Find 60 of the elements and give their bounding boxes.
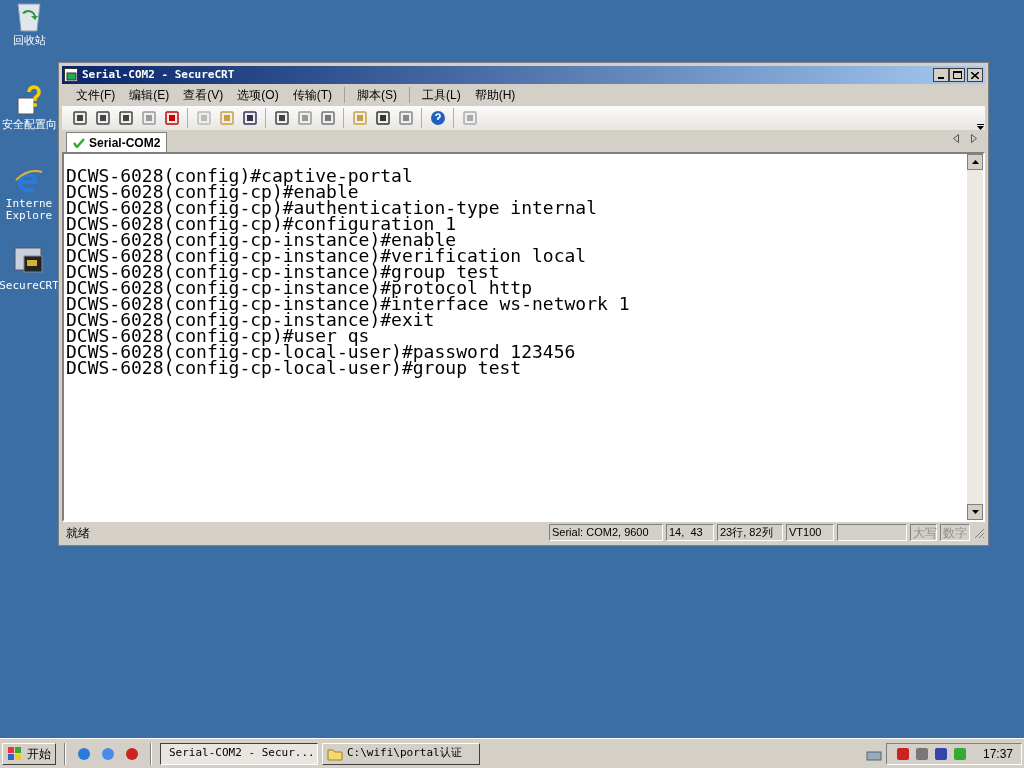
up-arrow-icon bbox=[971, 160, 979, 164]
vertical-scrollbar[interactable] bbox=[967, 154, 983, 520]
windows-logo-icon bbox=[7, 746, 23, 761]
terminal-line: DCWS-6028(config)#captive-portal bbox=[66, 168, 414, 184]
window-title: Serial-COM2 - SecureCRT bbox=[82, 66, 236, 83]
scroll-up-button[interactable] bbox=[967, 154, 983, 170]
scroll-tabs-right-icon[interactable] bbox=[971, 134, 977, 143]
checkmark-icon bbox=[73, 137, 85, 148]
desktop-icon-label: 回收站 bbox=[12, 34, 46, 46]
status-pane bbox=[837, 524, 907, 541]
terminal-line: DCWS-6028(config-cp)#authentication-type internal bbox=[66, 200, 598, 216]
menu-item[interactable]: 文件(F) bbox=[70, 84, 122, 106]
status-pane: VT100 bbox=[786, 524, 834, 541]
desktop-icon-label: 安全配置向 bbox=[1, 118, 57, 130]
scroll-tabs-left-icon[interactable] bbox=[953, 134, 959, 143]
terminal-line: DCWS-6028(config-cp-instance)#protocol http bbox=[66, 280, 532, 296]
menu-item[interactable]: 选项(O) bbox=[231, 84, 285, 106]
window-app-icon bbox=[64, 68, 78, 82]
minimize-icon bbox=[938, 77, 944, 79]
status-pane: 23行, 82列 bbox=[717, 524, 783, 541]
status-pane: 大写 bbox=[910, 524, 937, 541]
close-button[interactable] bbox=[967, 68, 983, 82]
terminal-line: DCWS-6028(config-cp)#enable bbox=[66, 184, 359, 200]
menu-item[interactable]: 编辑(E) bbox=[123, 84, 176, 106]
clock: 17:37 bbox=[982, 745, 1013, 763]
terminal-line: DCWS-6028(config-cp)#user qs bbox=[66, 328, 370, 344]
status-pane: Serial: COM2, 9600 bbox=[549, 524, 663, 541]
menu-item[interactable]: 传输(T) bbox=[286, 84, 338, 106]
menu-item[interactable]: 查看(V) bbox=[177, 84, 230, 106]
terminal-line: DCWS-6028(config-cp-local-user)#password 123456 bbox=[66, 344, 577, 360]
help-icon[interactable] bbox=[428, 108, 447, 128]
status-pane: 数字 bbox=[940, 524, 970, 541]
scroll-down-button[interactable] bbox=[967, 504, 983, 520]
folder-icon bbox=[327, 746, 343, 761]
terminal-line: DCWS-6028(config-cp-instance)#enable bbox=[66, 232, 457, 248]
close-icon bbox=[971, 71, 979, 79]
menu-item[interactable]: 脚本(S) bbox=[351, 84, 403, 106]
terminal-line: DCWS-6028(config-cp-instance)#group test bbox=[66, 264, 500, 280]
help-document-icon[interactable] bbox=[14, 84, 44, 116]
desktop-icon-label: Interne Explore bbox=[5, 198, 53, 222]
maximize-icon bbox=[952, 71, 962, 79]
down-arrow-icon bbox=[971, 510, 979, 514]
terminal-line: DCWS-6028(config-cp-instance)#verification local bbox=[66, 248, 588, 264]
status-message: 就绪 bbox=[66, 524, 91, 542]
menu-item[interactable]: 工具(L) bbox=[416, 84, 467, 106]
terminal-line: DCWS-6028(config-cp-instance)#interface ws-network 1 bbox=[66, 296, 631, 312]
taskbar-button[interactable]: Serial-COM2 - Secur... bbox=[160, 742, 318, 765]
menu-item[interactable]: 帮助(H) bbox=[468, 84, 522, 106]
resize-grip-icon[interactable] bbox=[973, 526, 985, 539]
minimize-button[interactable] bbox=[933, 68, 949, 82]
recycle-bin-icon[interactable] bbox=[14, 0, 44, 32]
status-pane: 14, 43 bbox=[666, 524, 714, 541]
start-button[interactable]: 开始 bbox=[2, 742, 56, 765]
terminal-line: DCWS-6028(config-cp-instance)#exit bbox=[66, 312, 435, 328]
terminal-line: DCWS-6028(config-cp-local-user)#group test bbox=[66, 360, 522, 376]
session-tab[interactable]: Serial-COM2 bbox=[66, 132, 168, 152]
taskbar-button[interactable]: C:\wifi\portal认证 bbox=[322, 742, 480, 765]
desktop-icon-label: SecureCRT bbox=[0, 280, 59, 292]
maximize-button[interactable] bbox=[949, 68, 965, 82]
terminal-line: DCWS-6028(config-cp)#configuration 1 bbox=[66, 216, 457, 232]
